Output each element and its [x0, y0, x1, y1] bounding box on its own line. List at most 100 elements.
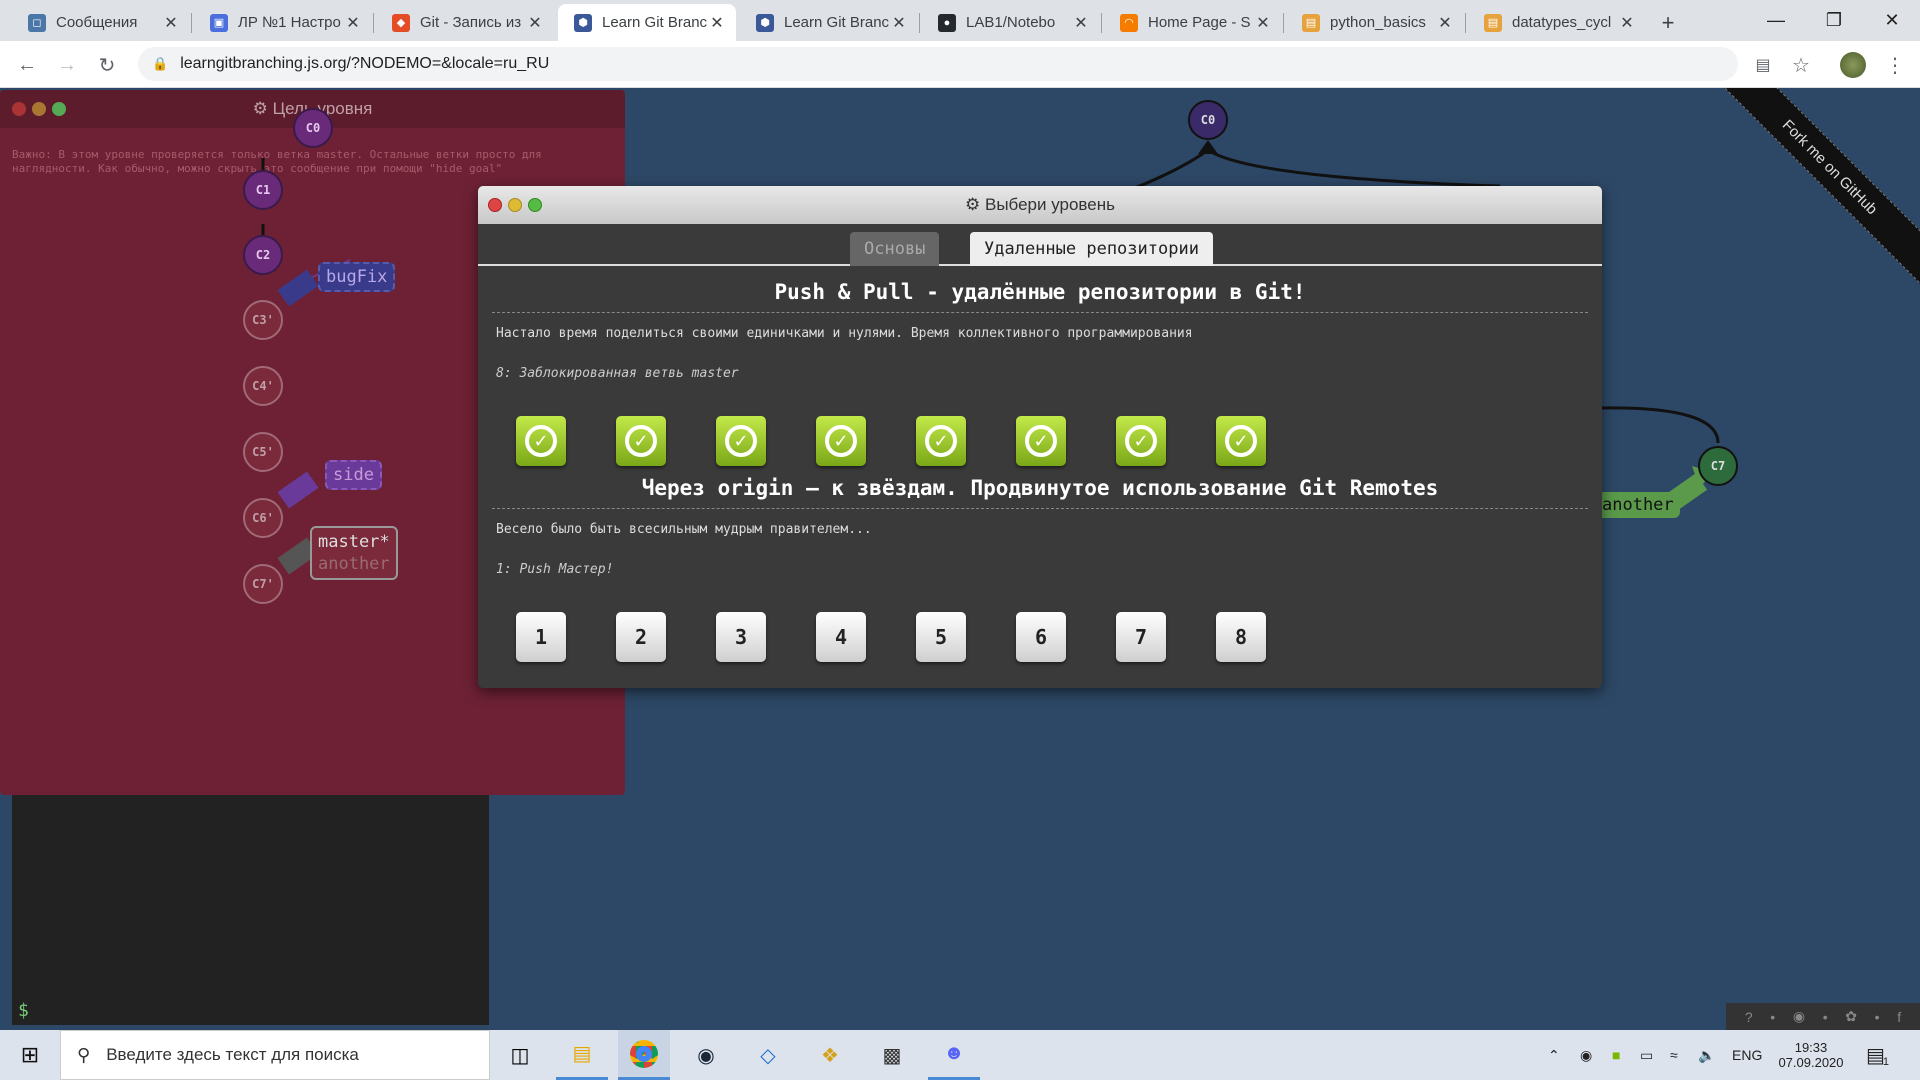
close-window-button[interactable]: ✕: [1864, 0, 1920, 41]
level-button[interactable]: 8: [1216, 612, 1266, 662]
close-icon[interactable]: ✕: [344, 13, 362, 33]
commit-node[interactable]: C7': [243, 564, 283, 604]
profile-button[interactable]: [1838, 50, 1868, 80]
commit-node[interactable]: C0: [1188, 100, 1228, 140]
twitter-icon[interactable]: ✿: [1845, 1008, 1857, 1025]
level-completed-button[interactable]: ✓: [816, 416, 866, 466]
discord-icon[interactable]: ☻: [928, 1030, 980, 1080]
commit-node[interactable]: C5': [243, 432, 283, 472]
forward-button[interactable]: →: [52, 50, 82, 80]
level-button[interactable]: 5: [916, 612, 966, 662]
close-icon[interactable]: ✕: [526, 13, 544, 33]
browser-tab[interactable]: ▤ datatypes_cycl ✕: [1468, 4, 1646, 41]
commit-node[interactable]: C0: [293, 108, 333, 148]
minimize-dot-icon[interactable]: [508, 198, 522, 212]
battery-icon[interactable]: ▭: [1640, 1030, 1653, 1080]
commit-node[interactable]: C7: [1698, 446, 1738, 486]
browser-tab[interactable]: ⬢ Learn Git Branc ✕: [558, 4, 736, 41]
close-dot-icon[interactable]: [488, 198, 502, 212]
tab-label: Основы: [864, 239, 926, 259]
level-completed-button[interactable]: ✓: [716, 416, 766, 466]
level-completed-button[interactable]: ✓: [916, 416, 966, 466]
minimize-button[interactable]: —: [1748, 0, 1804, 41]
nvidia-icon[interactable]: ■: [1612, 1030, 1620, 1080]
level-completed-button[interactable]: ✓: [1116, 416, 1166, 466]
commit-node[interactable]: C6': [243, 498, 283, 538]
browser-tab[interactable]: ◻ Сообщения ✕: [12, 4, 190, 41]
clock[interactable]: 19:33 07.09.2020: [1776, 1030, 1846, 1080]
close-icon[interactable]: ✕: [890, 13, 908, 33]
windows-logo-icon: ⊞: [20, 1042, 40, 1067]
file-explorer-icon[interactable]: ▤: [556, 1030, 608, 1080]
branch-label[interactable]: side: [325, 460, 382, 490]
maximize-dot-icon[interactable]: [528, 198, 542, 212]
level-completed-button[interactable]: ✓: [516, 416, 566, 466]
level-completed-button[interactable]: ✓: [616, 416, 666, 466]
level-button[interactable]: 3: [716, 612, 766, 662]
level-number: 5: [934, 625, 948, 649]
steam-icon[interactable]: ◉: [680, 1030, 732, 1080]
commit-node[interactable]: C4': [243, 366, 283, 406]
task-view-icon[interactable]: ◫: [494, 1030, 546, 1080]
browser-tab[interactable]: ◆ Git - Запись из ✕: [376, 4, 554, 41]
level-button[interactable]: 6: [1016, 612, 1066, 662]
commit-node[interactable]: C2: [243, 235, 283, 275]
level-completed-button[interactable]: ✓: [1216, 416, 1266, 466]
tab-remote[interactable]: Удаленные репозитории: [970, 232, 1213, 266]
bookmark-button[interactable]: ☆: [1786, 50, 1816, 80]
windows-taskbar: ⊞ ⚲ Введите здесь текст для поиска ◫ ▤ ◉…: [0, 1030, 1920, 1080]
back-button[interactable]: ←: [12, 50, 42, 80]
address-bar[interactable]: 🔒 learngitbranching.js.org/?NODEMO=&loca…: [138, 47, 1738, 81]
browser-tab[interactable]: ⬢ Learn Git Branc ✕: [740, 4, 918, 41]
browser-tab[interactable]: ▤ python_basics ✕: [1286, 4, 1464, 41]
browser-tab[interactable]: ● LAB1/Notebo ✕: [922, 4, 1100, 41]
taskbar-search[interactable]: ⚲ Введите здесь текст для поиска: [60, 1030, 490, 1080]
language-indicator[interactable]: ENG: [1732, 1030, 1762, 1080]
notifications-button[interactable]: ▤ 1: [1866, 1030, 1889, 1080]
facebook-icon[interactable]: f: [1897, 1009, 1901, 1025]
commit-label: C5': [252, 445, 274, 459]
commit-label: C2: [255, 248, 271, 262]
close-icon[interactable]: ✕: [1072, 13, 1090, 33]
app-blue-icon[interactable]: ◇: [742, 1030, 794, 1080]
start-button[interactable]: ⊞: [0, 1030, 60, 1080]
menu-button[interactable]: ⋮: [1880, 50, 1910, 80]
maximize-button[interactable]: ❐: [1806, 0, 1862, 41]
translate-button[interactable]: ▤: [1748, 50, 1778, 80]
close-icon[interactable]: ✕: [1618, 13, 1636, 33]
gamepad-icon[interactable]: ◉: [1580, 1030, 1592, 1080]
chrome-icon[interactable]: [618, 1030, 670, 1080]
globe-icon[interactable]: ◉: [1793, 1008, 1805, 1025]
level-button[interactable]: 4: [816, 612, 866, 662]
commit-node[interactable]: C3': [243, 300, 283, 340]
commit-label: C6': [252, 511, 274, 525]
branch-label-group[interactable]: master* another: [310, 526, 398, 580]
volume-icon[interactable]: 🔈: [1698, 1030, 1715, 1080]
close-icon[interactable]: ✕: [1254, 13, 1272, 33]
tray-chevron-icon[interactable]: ⌃: [1548, 1030, 1560, 1080]
app-colorful-icon[interactable]: ❖: [804, 1030, 856, 1080]
level-number: 6: [1034, 625, 1048, 649]
branch-name: side: [333, 465, 374, 485]
tab-title: python_basics: [1330, 14, 1426, 31]
new-tab-button[interactable]: +: [1648, 4, 1688, 41]
terminal-icon[interactable]: ▩: [866, 1030, 918, 1080]
commit-node[interactable]: C1: [243, 170, 283, 210]
browser-tab[interactable]: ◠ Home Page - S ✕: [1104, 4, 1282, 41]
level-button[interactable]: 1: [516, 612, 566, 662]
close-icon[interactable]: ✕: [1436, 13, 1454, 33]
level-button[interactable]: 2: [616, 612, 666, 662]
close-icon[interactable]: ✕: [162, 13, 180, 33]
close-icon[interactable]: ✕: [708, 13, 726, 33]
level-button[interactable]: 7: [1116, 612, 1166, 662]
branch-label[interactable]: bugFix: [318, 262, 396, 292]
level-completed-button[interactable]: ✓: [1016, 416, 1066, 466]
browser-tab[interactable]: ▣ ЛР №1 Настро ✕: [194, 4, 372, 41]
branch-label[interactable]: another: [1596, 492, 1680, 518]
command-terminal[interactable]: $: [12, 795, 489, 1025]
side-arrow: [277, 471, 319, 509]
help-icon[interactable]: ?: [1745, 1009, 1753, 1025]
wifi-icon[interactable]: ≈: [1670, 1030, 1678, 1080]
reload-button[interactable]: ↻: [92, 50, 122, 80]
tab-basics[interactable]: Основы: [850, 232, 940, 266]
